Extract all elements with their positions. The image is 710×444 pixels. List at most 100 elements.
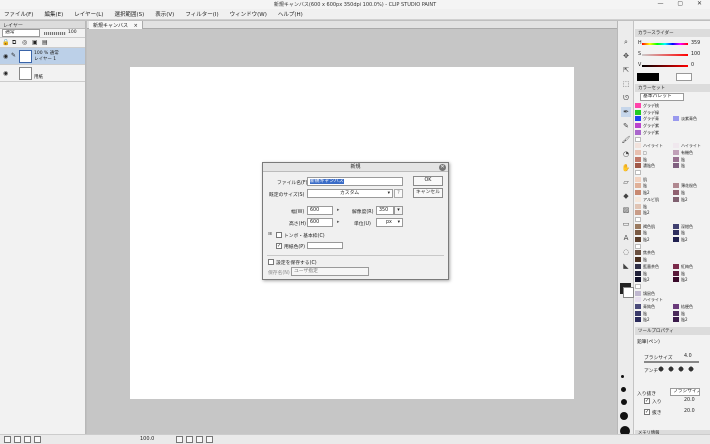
new-folder-icon[interactable] [14, 436, 21, 443]
menu-view[interactable]: 表示(V) [155, 10, 174, 18]
resolution-dropdown-icon[interactable]: ▾ [394, 206, 403, 215]
brush-size-slider[interactable] [644, 361, 699, 363]
brush-size-dot[interactable] [621, 399, 627, 405]
height-spin-icon[interactable]: ▸ [337, 220, 339, 225]
color-swatch[interactable] [635, 317, 641, 323]
blend-mode-select[interactable]: 通常 [2, 29, 40, 37]
close-icon[interactable]: ✕ [439, 164, 446, 171]
color-swatch-row[interactable]: 陰陰 [635, 310, 710, 317]
color-swatch[interactable] [635, 230, 641, 236]
hue-slider[interactable] [642, 43, 688, 45]
menu-window[interactable]: ウィンドウ(W) [230, 10, 267, 18]
color-swatch-row[interactable]: 肌 [635, 176, 710, 183]
blend-icon[interactable]: ✋ [621, 163, 631, 173]
airbrush-icon[interactable]: ◔ [621, 149, 631, 159]
color-swatch[interactable] [635, 270, 641, 276]
color-swatch[interactable] [635, 283, 641, 289]
color-swatch[interactable] [635, 304, 641, 309]
color-swatch[interactable] [635, 223, 641, 229]
color-swatch[interactable] [635, 257, 641, 263]
rotate-left-icon[interactable] [196, 436, 203, 443]
color-swatch-row[interactable]: 焦茶色 [635, 250, 710, 256]
color-swatch[interactable] [673, 237, 679, 242]
color-swatch-row[interactable]: 陰 [635, 257, 710, 263]
color-swatch-row[interactable]: 陰2 [635, 210, 710, 216]
menu-edit[interactable]: 編集(E) [44, 10, 63, 18]
paper-color-swatch[interactable] [307, 242, 343, 249]
antialias-options[interactable] [656, 366, 696, 372]
color-swatch[interactable] [635, 297, 641, 303]
color-swatch-row[interactable]: アルビ肌 陰2 [635, 196, 710, 203]
color-swatch[interactable] [635, 190, 641, 196]
save-settings-checkbox[interactable] [268, 259, 274, 265]
clip-icon[interactable]: ⧉ [12, 39, 16, 47]
color-swatch-row[interactable]: 陰2 陰2 [635, 277, 710, 283]
color-swatch-row[interactable]: グラデ桃 [635, 103, 710, 109]
menu-help[interactable]: ヘルプ(H) [278, 10, 303, 18]
color-swatch-row[interactable]: グラデ紫 [635, 123, 710, 129]
preset-info-icon[interactable]: ? [394, 189, 403, 198]
color-swatch-row[interactable]: 陰2 陰2 [635, 237, 710, 243]
color-swatch-row[interactable]: グラデ緑 [635, 109, 710, 116]
operation-icon[interactable]: ⇱ [621, 65, 631, 75]
color-swatch[interactable] [635, 136, 641, 142]
rotate-right-icon[interactable] [206, 436, 213, 443]
color-swatch-row[interactable]: 濃陰色 陰 [635, 163, 710, 169]
color-swatch[interactable] [635, 129, 641, 135]
text-icon[interactable]: A [621, 233, 631, 243]
unit-select[interactable]: px ▾ [376, 218, 403, 227]
color-swatch-row[interactable]: ハイライト [635, 297, 710, 303]
menu-filter[interactable]: フィルター(I) [185, 10, 218, 18]
color-swatch-row[interactable]: グラデ青 淡紫青色 [635, 116, 710, 122]
color-swatch[interactable] [673, 149, 679, 155]
window-controls[interactable]: — ▢ ✕ [657, 0, 708, 7]
brush-icon[interactable]: 🖌 [621, 135, 631, 145]
color-swatch[interactable] [673, 163, 679, 169]
ruler-icon[interactable]: ◣ [621, 261, 631, 271]
color-swatch-row[interactable]: 陰2 陰 [635, 190, 710, 196]
copy-layer-icon[interactable] [24, 436, 31, 443]
color-swatch[interactable] [673, 270, 679, 276]
eye-icon[interactable]: ◉ [3, 70, 8, 77]
expand-icon[interactable]: ⊞ [268, 232, 272, 237]
width-input[interactable]: 600 [307, 206, 333, 215]
color-swatch[interactable] [673, 223, 679, 229]
color-swatch[interactable] [635, 196, 641, 202]
color-swatch-row[interactable] [635, 136, 710, 143]
color-swatch[interactable] [635, 250, 641, 256]
color-swatch-row[interactable]: 陰陰 [635, 230, 710, 236]
color-swatch[interactable] [673, 310, 679, 316]
color-swatch-row[interactable]: □ 有機色 [635, 149, 710, 156]
sub-color-icon[interactable] [623, 287, 634, 298]
value-slider[interactable] [642, 65, 688, 67]
color-swatch[interactable] [673, 263, 679, 269]
zoom-icon[interactable]: ⌕ [621, 37, 631, 47]
in-checkbox[interactable]: ✓ [644, 398, 650, 404]
pen-icon[interactable]: ✒ [621, 107, 631, 117]
tab-new-canvas[interactable]: 新規キャンバス × [89, 21, 143, 29]
eraser-icon[interactable]: ▱ [621, 177, 631, 187]
lock-icon[interactable]: 🔒 [2, 39, 9, 46]
save-name-input[interactable]: ユーザ指定 [291, 267, 369, 276]
brush-size-dot[interactable] [620, 412, 628, 420]
color-swatch-row[interactable]: 青鈍色 桔梗色 [635, 304, 710, 310]
reference-icon[interactable]: ◎ [22, 39, 27, 46]
color-swatch-row[interactable]: 陰2 陰2 [635, 317, 710, 323]
color-swatch[interactable] [635, 183, 641, 189]
color-swatch[interactable] [635, 203, 641, 209]
color-swatch[interactable] [635, 243, 641, 249]
color-swatch-row[interactable]: 藍墨茶色 紅梅色 [635, 263, 710, 270]
color-swatch[interactable] [673, 183, 679, 189]
pencil-icon[interactable]: ✎ [621, 121, 631, 131]
current-color-swatch[interactable] [637, 73, 659, 81]
opacity-slider[interactable] [44, 32, 66, 35]
move-icon[interactable]: ✥ [621, 51, 631, 61]
color-swatch-row[interactable] [635, 283, 710, 290]
mask-icon[interactable]: ▣ [32, 39, 38, 46]
saturation-slider[interactable] [642, 54, 688, 56]
color-swatch-row[interactable] [635, 170, 710, 176]
color-swatch-row[interactable]: 陰陰 [635, 156, 710, 163]
color-swatch[interactable] [635, 163, 641, 169]
color-swatch[interactable] [635, 103, 641, 108]
color-swatch[interactable] [635, 156, 641, 162]
